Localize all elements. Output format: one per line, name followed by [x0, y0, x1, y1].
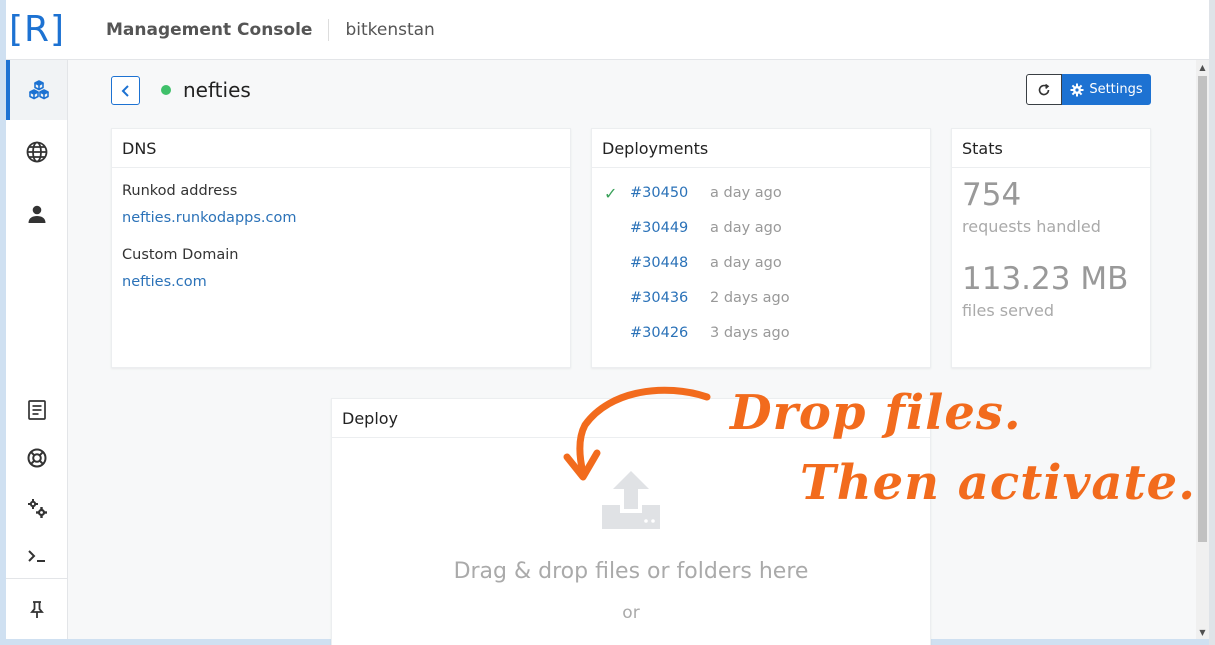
custom-domain-label: Custom Domain: [122, 247, 239, 263]
deployment-id[interactable]: #30450: [630, 185, 688, 201]
sidebar-item-terminal[interactable]: [6, 526, 67, 586]
deployment-row[interactable]: #30448 a day ago: [592, 253, 932, 273]
requests-label: requests handled: [962, 217, 1101, 236]
settings-button[interactable]: Settings: [1062, 74, 1151, 105]
logo[interactable]: [R]: [6, 0, 68, 60]
vertical-scrollbar[interactable]: ▲ ▼: [1196, 60, 1209, 639]
dns-title: DNS: [112, 129, 570, 168]
settings-label: Settings: [1089, 82, 1143, 97]
custom-domain-link[interactable]: nefties.com: [122, 274, 207, 290]
sidebar-item-account[interactable]: [6, 184, 67, 244]
lifebuoy-icon: [27, 448, 46, 468]
deployment-time: 2 days ago: [710, 290, 790, 306]
sidebar: [6, 60, 68, 639]
stats-title: Stats: [952, 129, 1150, 168]
deployment-row[interactable]: ✓ #30450 a day ago: [592, 183, 932, 203]
chevron-left-icon: [121, 84, 129, 97]
console-title[interactable]: Management Console: [106, 20, 312, 40]
deployment-time: a day ago: [710, 185, 782, 201]
sidebar-item-pin[interactable]: [6, 580, 67, 640]
window-frame-right: [1209, 0, 1215, 645]
refresh-button[interactable]: [1026, 74, 1062, 105]
scroll-up-icon[interactable]: ▲: [1196, 60, 1209, 74]
upload-icon: [600, 469, 662, 531]
requests-value: 754: [962, 177, 1022, 213]
gears-icon: [27, 499, 47, 518]
status-indicator: [161, 85, 171, 95]
check-icon: ✓: [604, 183, 618, 203]
deployment-id[interactable]: #30436: [630, 290, 688, 306]
sidebar-item-domains[interactable]: [6, 122, 67, 182]
runkod-address-label: Runkod address: [122, 183, 238, 199]
scroll-thumb[interactable]: [1198, 76, 1207, 542]
pin-icon: [29, 601, 44, 618]
sidebar-divider: [6, 578, 67, 579]
files-served-value: 113.23 MB: [962, 261, 1129, 297]
deploy-title: Deploy: [332, 399, 930, 438]
app-name: nefties: [183, 78, 251, 102]
deploy-card: Deploy Drag & drop files or folders here…: [331, 398, 931, 645]
header-separator: [328, 18, 330, 41]
deployment-time: 3 days ago: [710, 325, 790, 341]
sidebar-item-apps[interactable]: [6, 60, 67, 120]
user-icon: [28, 205, 45, 223]
deployments-card: Deployments ✓ #30450 a day ago #30449 a …: [591, 128, 931, 368]
globe-icon: [26, 141, 47, 163]
deployment-row[interactable]: #30426 3 days ago: [592, 323, 932, 343]
dns-card: DNS Runkod address nefties.runkodapps.co…: [111, 128, 571, 368]
deployment-time: a day ago: [710, 220, 782, 236]
runkod-address-link[interactable]: nefties.runkodapps.com: [122, 210, 296, 226]
gear-icon: [1070, 83, 1084, 96]
terminal-icon: [27, 550, 45, 562]
cubes-icon: [28, 80, 49, 100]
deployment-time: a day ago: [710, 255, 782, 271]
or-text: or: [622, 603, 640, 623]
back-button[interactable]: [111, 76, 140, 105]
drop-zone-text[interactable]: Drag & drop files or folders here: [332, 559, 930, 584]
scroll-down-icon[interactable]: ▼: [1196, 625, 1209, 639]
deployment-id[interactable]: #30426: [630, 325, 688, 341]
document-icon: [27, 400, 46, 420]
deployment-row[interactable]: #30436 2 days ago: [592, 288, 932, 308]
deployment-id[interactable]: #30449: [630, 220, 688, 236]
stats-card: Stats 754 requests handled 113.23 MB fil…: [951, 128, 1151, 368]
files-served-label: files served: [962, 301, 1055, 320]
deployment-id[interactable]: #30448: [630, 255, 688, 271]
org-name[interactable]: bitkenstan: [345, 20, 434, 40]
refresh-icon: [1038, 83, 1050, 95]
top-header: [R] Management Console bitkenstan: [6, 0, 1209, 60]
deployment-row[interactable]: #30449 a day ago: [592, 218, 932, 238]
deployments-title: Deployments: [592, 129, 930, 168]
